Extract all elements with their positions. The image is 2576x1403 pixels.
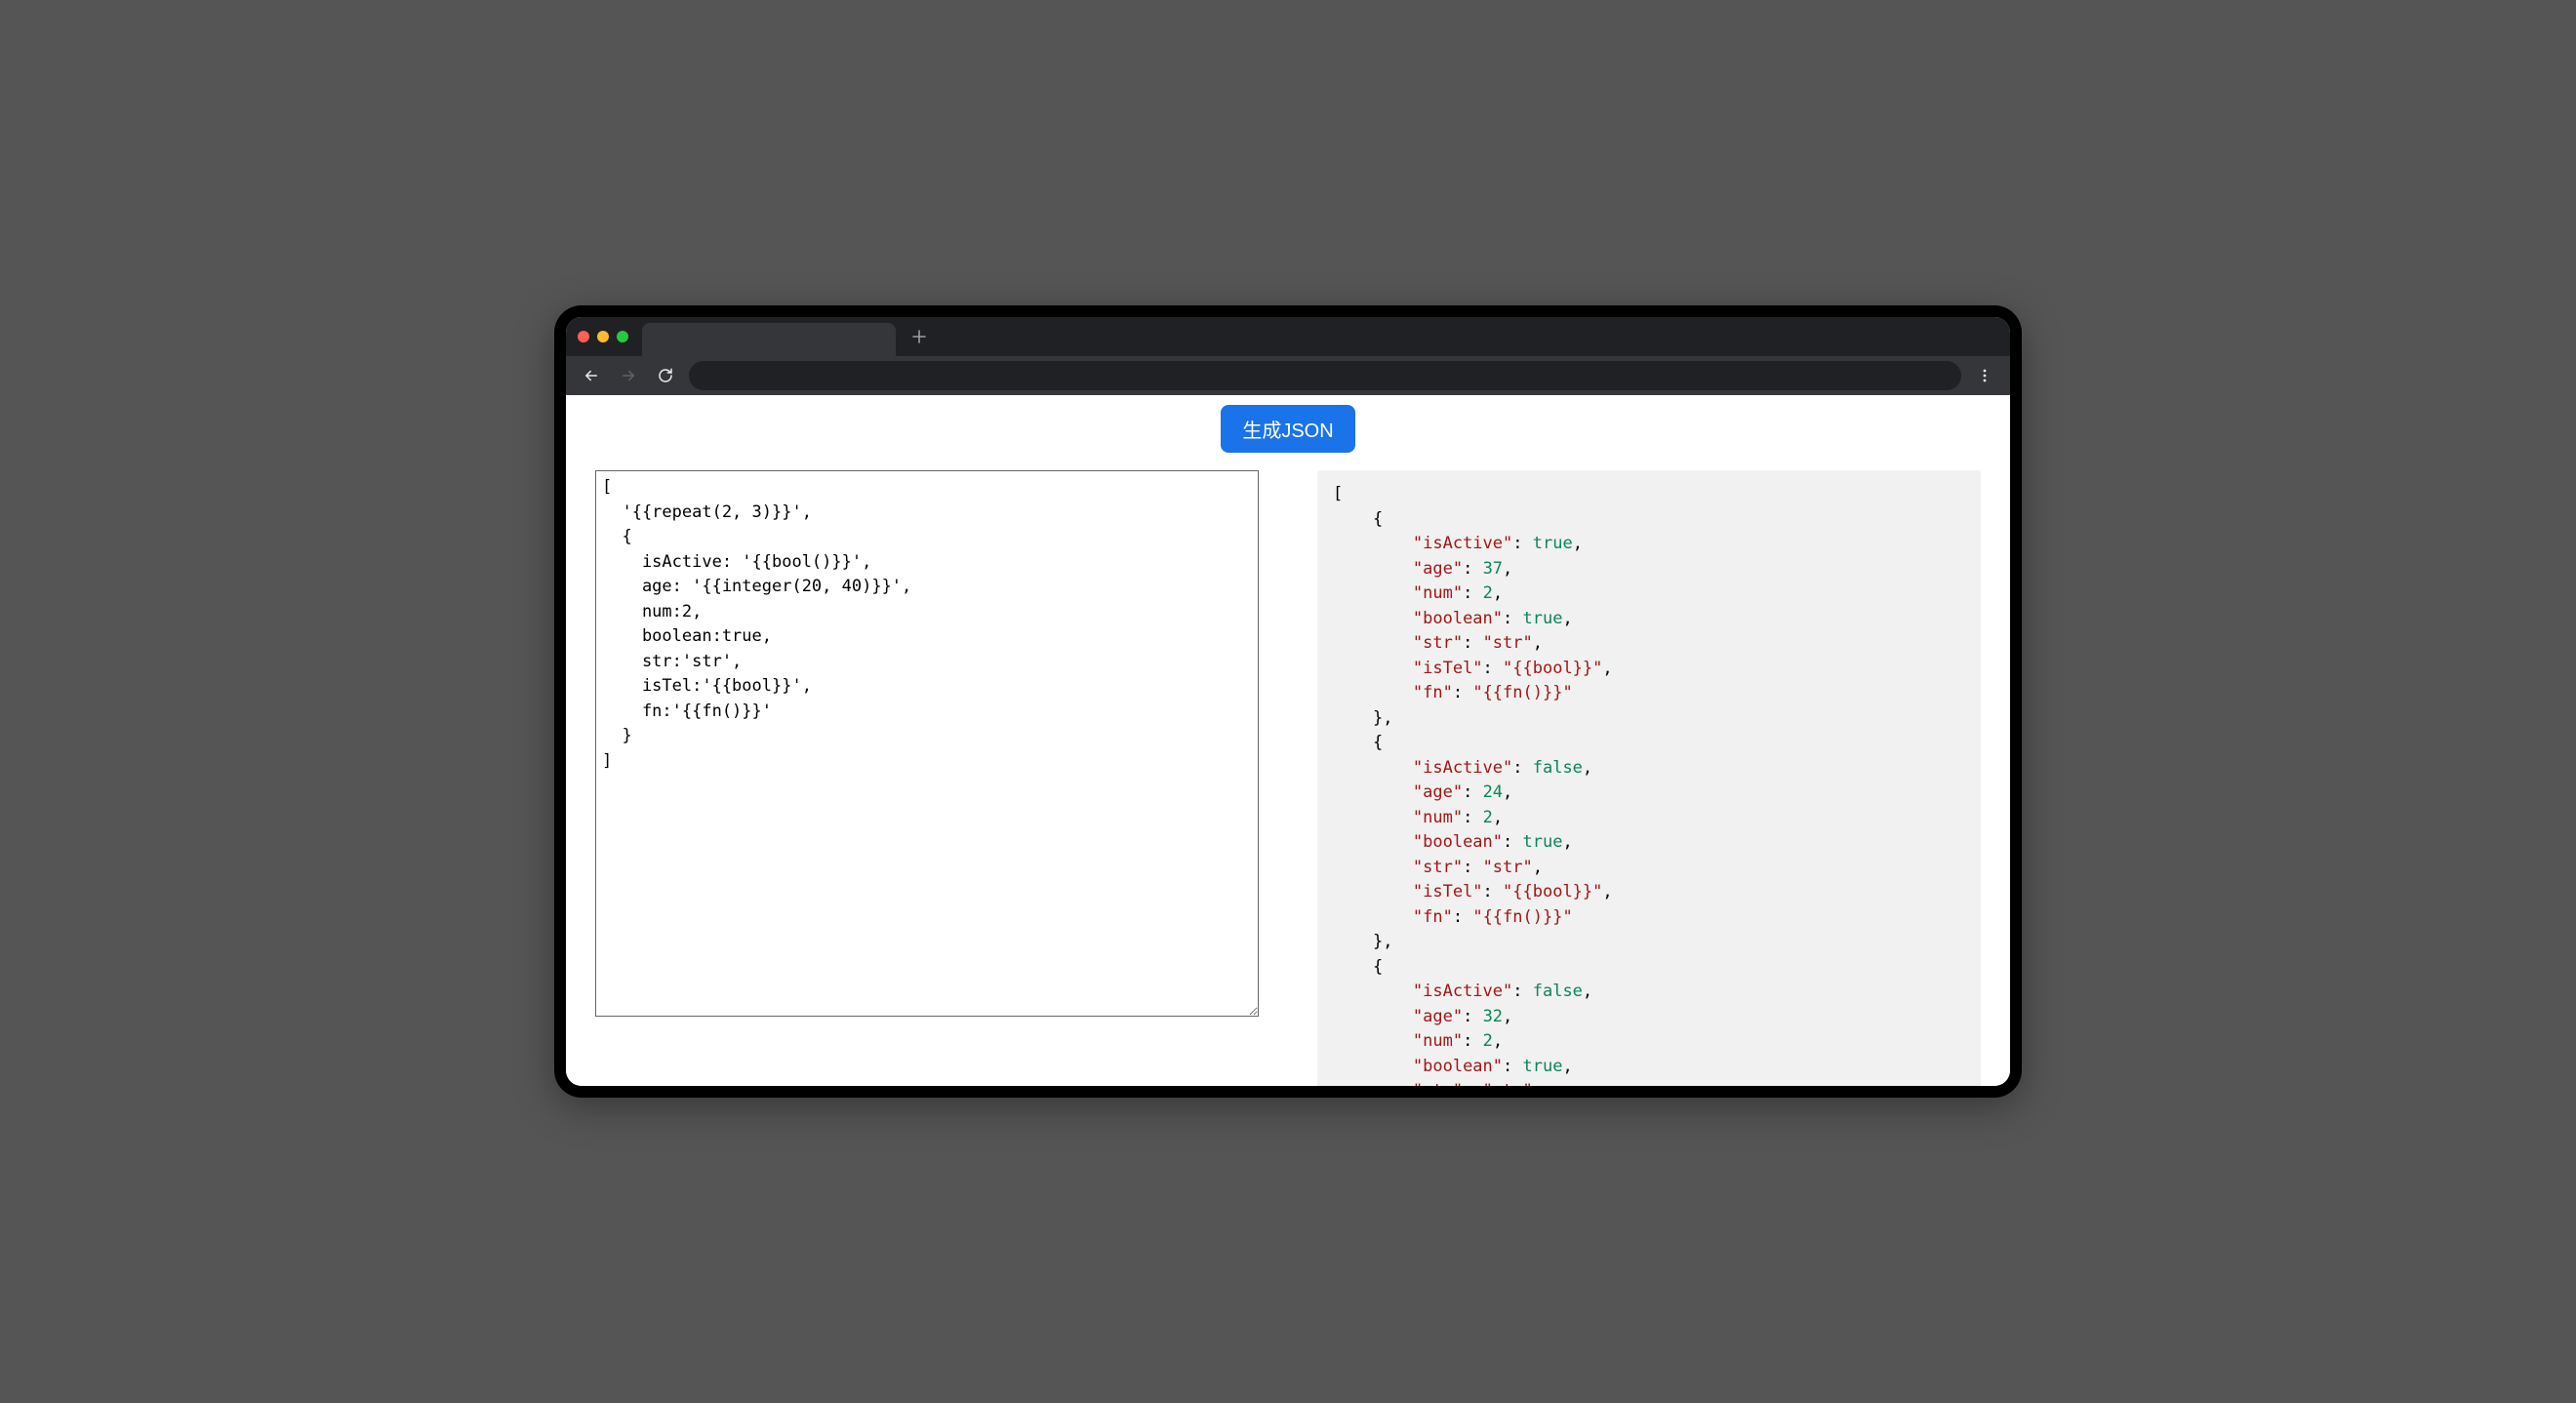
forward-button[interactable] xyxy=(615,362,642,389)
generate-json-button[interactable]: 生成JSON xyxy=(1221,405,1354,453)
browser-toolbar xyxy=(566,356,2010,395)
plus-icon xyxy=(912,330,926,343)
output-panel: [ { "isActive": true, "age": 37, "num": … xyxy=(1317,470,1981,1086)
window-controls xyxy=(578,331,628,342)
browser-menu-button[interactable] xyxy=(1971,362,1998,389)
address-bar[interactable] xyxy=(689,361,1961,390)
screen: 生成JSON [ { "isActive": true, "age": 37, … xyxy=(566,317,2010,1086)
browser-chrome xyxy=(566,317,2010,395)
reload-icon xyxy=(657,367,674,384)
browser-tab[interactable] xyxy=(642,323,896,356)
arrow-right-icon xyxy=(620,367,637,384)
maximize-window-icon[interactable] xyxy=(617,331,628,342)
new-tab-button[interactable] xyxy=(906,323,933,350)
tab-strip xyxy=(566,317,2010,356)
input-panel xyxy=(595,470,1259,1021)
close-window-icon[interactable] xyxy=(578,331,589,342)
reload-button[interactable] xyxy=(652,362,679,389)
back-button[interactable] xyxy=(578,362,605,389)
panels: [ { "isActive": true, "age": 37, "num": … xyxy=(595,470,1981,1086)
device-frame: 生成JSON [ { "isActive": true, "age": 37, … xyxy=(554,305,2022,1098)
arrow-left-icon xyxy=(583,367,600,384)
page-content: 生成JSON [ { "isActive": true, "age": 37, … xyxy=(566,395,2010,1086)
minimize-window-icon[interactable] xyxy=(597,331,609,342)
kebab-menu-icon xyxy=(1977,368,1992,383)
action-bar: 生成JSON xyxy=(595,405,1981,453)
json-output: [ { "isActive": true, "age": 37, "num": … xyxy=(1317,470,1981,1086)
template-input[interactable] xyxy=(595,470,1259,1017)
